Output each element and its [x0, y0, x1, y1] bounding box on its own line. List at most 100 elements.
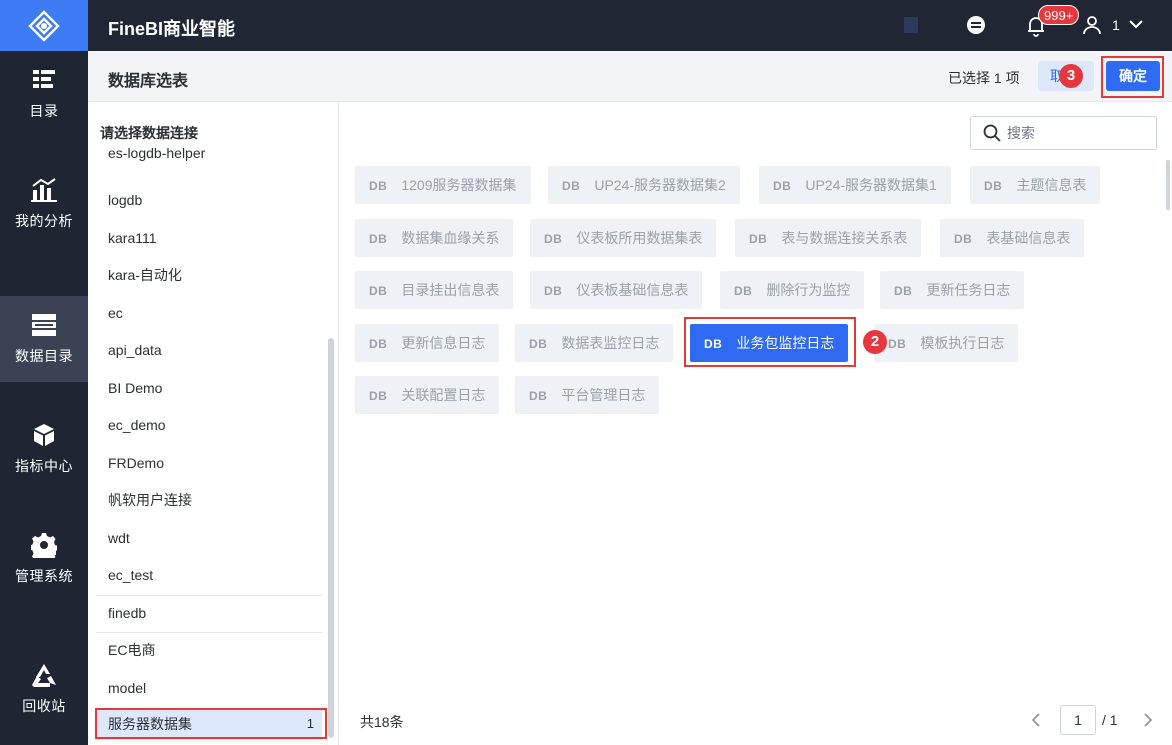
db-tag: DB	[954, 232, 973, 246]
table-name: 目录挂出信息表	[401, 282, 500, 298]
connection-item[interactable]: kara-自动化	[96, 257, 322, 294]
connection-name: BI Demo	[108, 380, 163, 396]
table-name: 模板执行日志	[920, 335, 1005, 351]
chevron-right-icon[interactable]	[1138, 710, 1158, 730]
analysis-icon	[31, 177, 57, 203]
db-tag: DB	[734, 284, 753, 298]
rail-item-my-analysis[interactable]: 我的分析	[0, 161, 88, 247]
finebi-logo-icon[interactable]	[0, 0, 88, 51]
connection-item[interactable]: logdb	[96, 182, 322, 219]
search-icon	[983, 124, 1001, 147]
app-title: FineBI商业智能	[108, 19, 236, 39]
table-name: 更新信息日志	[401, 335, 486, 351]
connection-name: FRDemo	[108, 455, 165, 471]
connection-item[interactable]: ec	[96, 295, 322, 332]
rail-label: 指标中心	[15, 458, 73, 474]
table-chip[interactable]: DB 仪表板基础信息表	[530, 271, 703, 309]
table-chip[interactable]: DB 1209服务器数据集	[355, 166, 531, 204]
connection-item[interactable]: BI Demo	[96, 370, 322, 407]
rail-item-data-catalog[interactable]: 数据目录	[0, 296, 88, 382]
connection-item[interactable]: EC电商	[96, 632, 322, 669]
data-catalog-icon	[31, 312, 57, 338]
connection-item[interactable]: api_data	[96, 332, 322, 369]
db-tag: DB	[749, 232, 768, 246]
table-name: 仪表板基础信息表	[576, 282, 689, 298]
connection-scrollbar[interactable]	[328, 338, 334, 738]
table-selection-area: DB 1209服务器数据集 DB UP24-服务器数据集2 DB UP24-服务器数据…	[340, 102, 1172, 745]
db-tag: DB	[369, 389, 388, 403]
table-name: 更新任务日志	[926, 282, 1011, 298]
connection-item[interactable]: es-logdb-helper	[96, 146, 322, 170]
table-chip[interactable]: DB UP24-服务器数据集1	[759, 166, 951, 204]
table-chip[interactable]: DB 更新任务日志	[880, 271, 1025, 309]
catalog-icon	[31, 67, 57, 93]
connection-item[interactable]: 帆软用户连接	[96, 482, 322, 519]
connection-name: kara-自动化	[108, 267, 182, 283]
rail-label: 回收站	[22, 698, 66, 714]
connection-item[interactable]: kara111	[96, 220, 322, 257]
table-chip[interactable]: DB 数据集血缘关系	[355, 219, 514, 257]
step-marker: 2	[863, 330, 887, 354]
connection-item[interactable]: ec_test	[96, 557, 322, 594]
connection-item[interactable]: FRDemo	[96, 445, 322, 482]
user-name[interactable]: 1	[1112, 17, 1120, 33]
db-tag: DB	[529, 337, 548, 351]
db-tag: DB	[894, 284, 913, 298]
notification-badge: 999+	[1038, 5, 1080, 25]
table-chip[interactable]: DB 主题信息表	[970, 166, 1101, 204]
chevron-left-icon[interactable]	[1026, 710, 1046, 730]
connection-item[interactable]: wdt	[96, 520, 322, 557]
table-chip[interactable]: DB 删除行为监控	[720, 271, 865, 309]
swap-icon[interactable]	[966, 15, 986, 35]
page-number-input[interactable]	[1060, 705, 1096, 735]
chevron-down-icon[interactable]	[1128, 18, 1144, 30]
db-tag: DB	[773, 179, 792, 193]
page-scrollbar[interactable]	[1166, 160, 1170, 210]
table-chip[interactable]: DB 模板执行日志	[874, 324, 1019, 362]
connection-item[interactable]: finedb	[96, 595, 322, 632]
table-name: 主题信息表	[1016, 177, 1087, 193]
table-chip[interactable]: DB 平台管理日志	[515, 376, 660, 414]
table-chip[interactable]: DB UP24-服务器数据集2	[548, 166, 740, 204]
table-chip[interactable]: DB 更新信息日志	[355, 324, 500, 362]
page-title: 数据库选表	[108, 73, 189, 90]
rail-item-recycle-bin[interactable]: 回收站	[0, 646, 88, 732]
user-avatar-icon[interactable]	[1082, 15, 1102, 35]
table-name: 仪表板所用数据集表	[576, 230, 703, 246]
connection-name: finedb	[108, 605, 147, 621]
rail-item-catalog[interactable]: 目录	[0, 51, 88, 137]
connection-name: api_data	[108, 342, 162, 358]
connection-item[interactable]: ec_demo	[96, 407, 322, 444]
connection-panel: 请选择数据连接 es-logdb-helper logdb kara111 ka…	[88, 102, 339, 745]
rail-item-admin-system[interactable]: 管理系统	[0, 516, 88, 602]
confirm-highlight-box	[1101, 56, 1164, 98]
table-name: 表与数据连接关系表	[781, 230, 908, 246]
db-tag: DB	[369, 232, 388, 246]
table-chip[interactable]: DB 数据表监控日志	[515, 324, 674, 362]
db-tag: DB	[544, 232, 563, 246]
db-tag: DB	[369, 337, 388, 351]
top-header: FineBI商业智能 999+ 1	[88, 0, 1172, 51]
table-name: 数据集血缘关系	[401, 230, 500, 246]
admin-gear-icon	[31, 532, 57, 558]
dark-square-icon	[903, 16, 919, 34]
table-chip[interactable]: DB 仪表板所用数据集表	[530, 219, 717, 257]
db-tag: DB	[562, 179, 581, 193]
table-name: 数据表监控日志	[561, 335, 660, 351]
rail-label: 管理系统	[15, 568, 73, 584]
connection-item[interactable]: model	[96, 670, 322, 707]
search-input[interactable]	[1007, 117, 1147, 149]
table-name: 1209服务器数据集	[401, 177, 517, 193]
rail-label: 数据目录	[15, 348, 73, 364]
db-tag: DB	[544, 284, 563, 298]
table-chip[interactable]: DB 目录挂出信息表	[355, 271, 514, 309]
db-tag: DB	[369, 284, 388, 298]
rail-label: 我的分析	[15, 213, 73, 229]
table-chip[interactable]: DB 关联配置日志	[355, 376, 500, 414]
table-name: UP24-服务器数据集2	[594, 177, 726, 193]
search-box[interactable]	[970, 116, 1157, 150]
table-chip[interactable]: DB 表与数据连接关系表	[735, 219, 922, 257]
table-name: 平台管理日志	[561, 387, 646, 403]
rail-item-metrics-center[interactable]: 指标中心	[0, 406, 88, 492]
table-chip[interactable]: DB 表基础信息表	[940, 219, 1085, 257]
